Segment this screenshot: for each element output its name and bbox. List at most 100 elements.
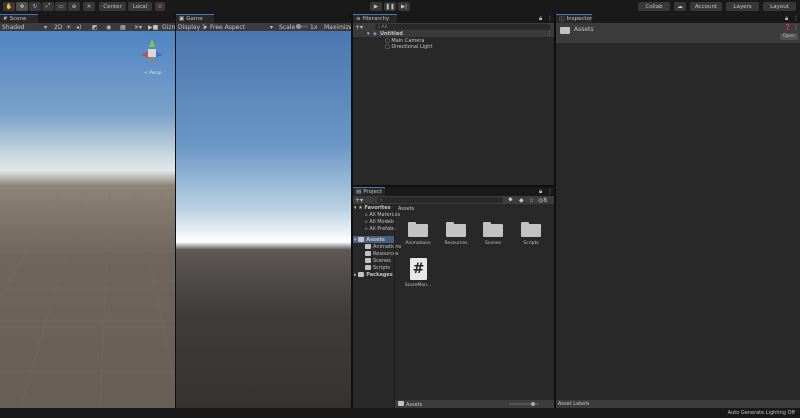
lighting-status[interactable]: Auto Generate Lighting Off (728, 410, 795, 416)
play-button[interactable]: ▶ (370, 2, 382, 11)
pivot-local-button[interactable]: Local (128, 2, 152, 11)
account-dropdown[interactable]: Account (690, 2, 722, 11)
csharp-script-icon: # (410, 258, 427, 280)
scale-slider[interactable] (296, 24, 308, 29)
scene-gizmo[interactable] (138, 37, 166, 69)
hand-icon: ✋ (5, 3, 13, 10)
custom-tool-button[interactable]: ✕ (83, 2, 95, 11)
lock-icon[interactable]: 🔒︎ (539, 15, 542, 23)
scene-tab-label: Scene (9, 16, 27, 22)
cloud-button[interactable]: ☁ (674, 2, 686, 11)
packages-row[interactable]: ▸ Packages (354, 271, 393, 278)
mode-2d-toggle[interactable]: 2D (54, 24, 62, 31)
help-icon[interactable]: ❓ (784, 24, 791, 31)
hidden-objects-icon[interactable]: ◉ (106, 24, 111, 31)
settings-icon[interactable]: ⋮ (793, 24, 799, 31)
hand-tool-button[interactable]: ✋ (3, 2, 15, 11)
inspector-title: Assets (574, 26, 594, 33)
hierarchy-search-input[interactable]: ⌕ All (375, 24, 551, 30)
scene-tab-icon: # (3, 16, 8, 22)
rotate-tool-button[interactable]: ↻ (29, 2, 41, 11)
folder-icon (446, 222, 466, 237)
scale-label: Scale (279, 24, 296, 31)
layers-dropdown[interactable]: Layers (726, 2, 759, 11)
hidden-packages-icon[interactable]: ◎8 (538, 197, 547, 204)
shading-mode-dropdown[interactable]: Shaded (2, 24, 25, 31)
rect-tool-button[interactable]: ▭ (55, 2, 67, 11)
main-toolbar: ✋ ✥ ↻ ⤢ ▭ ⊕ ✕ Center Local ⊘ ▶ ❚❚ ▶| Col… (0, 0, 800, 13)
folder-icon (365, 265, 371, 270)
open-button[interactable]: Open (780, 33, 798, 40)
transform-tool-button[interactable]: ⊕ (68, 2, 80, 11)
tab-project[interactable]: ▤ Project (353, 187, 385, 196)
audio-toggle-icon[interactable]: ◂) (76, 24, 81, 31)
scale-slider-handle[interactable] (296, 24, 301, 29)
wrench-icon: ✕ (86, 3, 92, 10)
layout-dropdown[interactable]: Layout (763, 2, 796, 11)
scene-row[interactable]: ▾ ◈ Untitled ⋮ (353, 31, 554, 37)
scale-tool-button[interactable]: ⤢ (42, 2, 54, 11)
more-options-icon[interactable]: ⋮ (793, 15, 799, 22)
collab-button[interactable]: Collab (638, 2, 670, 11)
perspective-label[interactable]: < Persp (144, 71, 162, 76)
project-search-input[interactable]: ⌕ (377, 197, 503, 203)
create-dropdown[interactable]: +▾ (355, 24, 363, 31)
grid-toggle-icon[interactable]: ▦ (120, 24, 126, 31)
lock-icon[interactable]: 🔒︎ (539, 188, 542, 196)
icon-size-handle[interactable] (531, 402, 535, 406)
more-options-icon[interactable]: ⋮ (547, 15, 553, 22)
maximize-toggle[interactable]: Maximize (324, 24, 352, 31)
pivot-center-button[interactable]: Center (99, 2, 126, 11)
effects-toggle-icon[interactable]: ◩ (92, 24, 98, 31)
search-by-label-icon[interactable]: ◆ (519, 197, 524, 204)
hierarchy-item[interactable]: ▢ Directional Light (385, 43, 432, 50)
asset-folder-item[interactable]: Scenes (365, 257, 391, 264)
script-asset-tile[interactable]: # ScoreMan... (403, 258, 433, 288)
asset-labels-title[interactable]: Asset Labels (558, 401, 589, 407)
camera-settings-icon[interactable]: ▶■ (148, 24, 158, 31)
asset-folder-tile[interactable]: Animations (403, 222, 433, 246)
asset-tile-label: ScoreMan... (404, 283, 432, 288)
asset-folder-tile[interactable]: Scenes (478, 222, 508, 246)
asset-tile-label: Resources (444, 241, 468, 246)
more-options-icon[interactable]: ⋮ (547, 188, 553, 195)
assets-row[interactable]: ▾ Assets (353, 236, 394, 243)
status-bar: Auto Generate Lighting Off (0, 408, 800, 418)
folder-icon (358, 272, 365, 277)
scene-menu-icon[interactable]: ⋮ (547, 31, 552, 37)
project-tab-icon: ▤ (356, 189, 362, 195)
scene-viewport[interactable]: < Persp (0, 31, 175, 408)
lock-icon[interactable]: 🔒︎ (785, 15, 788, 23)
icon-size-slider[interactable] (509, 402, 539, 406)
create-dropdown[interactable]: +▾ (355, 197, 363, 204)
scale-value: 1x (310, 24, 318, 31)
move-tool-button[interactable]: ✥ (16, 2, 28, 11)
favorite-item[interactable]: ⌕ All Models (365, 218, 395, 225)
tab-inspector[interactable]: ⓘ Inspector (556, 14, 592, 23)
favorite-item[interactable]: ⌕ All Prefabs (365, 225, 396, 232)
step-button[interactable]: ▶| (398, 2, 410, 11)
search-icon: ⌕ (378, 25, 381, 30)
inspector-panel: Assets ❓ ⋮ Open Asset Labels (556, 23, 800, 408)
tools-dropdown-icon[interactable]: ✕▾ (134, 24, 142, 31)
favorites-row[interactable]: ▾ ★ Favorites (354, 204, 391, 211)
aspect-dropdown[interactable]: Free Aspect (210, 24, 245, 31)
tab-hierarchy[interactable]: ≡ Hierarchy (353, 14, 397, 23)
snap-button[interactable]: ⊘ (155, 2, 165, 11)
breadcrumb[interactable]: Assets (398, 206, 414, 212)
asset-folder-item[interactable]: Scripts (365, 264, 390, 271)
pause-button[interactable]: ❚❚ (384, 2, 396, 11)
game-viewport[interactable] (176, 31, 351, 408)
display-dropdown[interactable]: Display 1 (178, 24, 206, 31)
asset-folder-tile[interactable]: Resources (441, 222, 471, 246)
step-icon: ▶| (400, 3, 408, 10)
favorite-star-icon[interactable]: ☆ (529, 197, 534, 204)
expand-arrow-icon[interactable]: ▾ (367, 31, 370, 37)
folder-icon (365, 251, 371, 256)
dropdown-arrow-icon: ▾ (270, 24, 274, 31)
lighting-toggle-icon[interactable]: ☀ (66, 24, 71, 31)
asset-folder-tile[interactable]: Scripts (516, 222, 546, 246)
folder-icon (483, 222, 503, 237)
tab-game[interactable]: ▣ Game (176, 14, 214, 23)
tab-scene[interactable]: # Scene (0, 14, 38, 23)
